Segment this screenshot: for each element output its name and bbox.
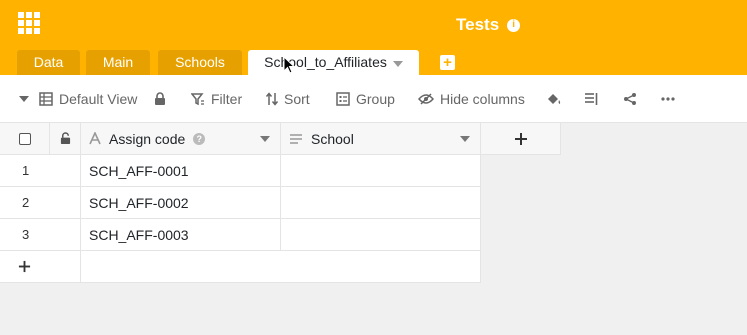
filter-icon bbox=[191, 93, 204, 106]
table-view-icon bbox=[39, 92, 53, 106]
tab-data-label: Data bbox=[33, 54, 64, 70]
group-label: Group bbox=[356, 91, 395, 107]
app-header: Tests i Data Main Schools School_to_Affi… bbox=[0, 0, 747, 75]
group-button[interactable]: Group bbox=[336, 75, 395, 123]
sort-icon bbox=[266, 92, 278, 106]
long-text-type-icon bbox=[290, 133, 302, 144]
tab-data[interactable]: Data bbox=[17, 50, 80, 75]
cell-school[interactable] bbox=[281, 155, 481, 187]
tab-menu-caret-icon[interactable] bbox=[392, 60, 403, 67]
table-row[interactable]: 2 SCH_AFF-0002 bbox=[0, 187, 481, 219]
app-menu-icon[interactable] bbox=[18, 12, 40, 34]
hide-columns-button[interactable]: Hide columns bbox=[418, 75, 525, 123]
filter-label: Filter bbox=[211, 91, 243, 107]
plus-icon: + bbox=[443, 53, 452, 71]
filter-button[interactable]: Filter bbox=[191, 75, 242, 123]
table-row[interactable]: 3 SCH_AFF-0003 bbox=[0, 219, 481, 251]
row-index[interactable]: 1 bbox=[0, 155, 81, 187]
view-selector[interactable]: Default View bbox=[39, 75, 137, 123]
column-name: School bbox=[311, 130, 354, 147]
plus-icon bbox=[514, 132, 527, 145]
cell-assign-code[interactable]: SCH_AFF-0002 bbox=[81, 187, 281, 219]
add-row-row bbox=[0, 251, 481, 283]
row-height-icon[interactable] bbox=[584, 75, 598, 123]
tab-schools[interactable]: Schools bbox=[158, 50, 242, 75]
tab-schools-label: Schools bbox=[175, 54, 225, 70]
hide-columns-label: Hide columns bbox=[440, 91, 525, 107]
column-menu-caret-icon[interactable] bbox=[460, 135, 470, 142]
mouse-cursor-icon bbox=[283, 56, 295, 74]
cell-school[interactable] bbox=[281, 219, 481, 251]
row-index[interactable]: 3 bbox=[0, 219, 81, 251]
cell-school[interactable] bbox=[281, 187, 481, 219]
base-title-text: Tests bbox=[456, 15, 500, 34]
column-name: Assign code bbox=[109, 130, 186, 147]
view-toolbar: Default View Filter Sort Group Hide colu… bbox=[0, 75, 747, 123]
tab-main-label: Main bbox=[102, 54, 134, 70]
sort-label: Sort bbox=[284, 91, 310, 107]
table-row[interactable]: 1 SCH_AFF-0001 bbox=[0, 155, 481, 187]
tab-main[interactable]: Main bbox=[86, 50, 150, 75]
column-header-row: Assign code ? School bbox=[0, 123, 561, 155]
text-type-icon bbox=[89, 132, 101, 145]
cell-assign-code[interactable]: SCH_AFF-0001 bbox=[81, 155, 281, 187]
lock-view-icon[interactable] bbox=[154, 75, 166, 123]
select-all-checkbox[interactable] bbox=[0, 123, 50, 155]
row-color-icon[interactable] bbox=[546, 75, 562, 123]
column-header-school[interactable]: School bbox=[281, 123, 481, 155]
eye-slash-icon bbox=[418, 93, 434, 105]
view-name: Default View bbox=[59, 91, 138, 107]
base-title: Tests i bbox=[456, 15, 521, 35]
info-icon[interactable]: i bbox=[507, 18, 521, 32]
plus-icon bbox=[18, 260, 31, 273]
lock-columns-icon[interactable] bbox=[50, 123, 81, 155]
more-options-icon[interactable] bbox=[661, 75, 675, 123]
add-table-button[interactable]: + bbox=[440, 55, 455, 70]
column-header-assign-code[interactable]: Assign code ? bbox=[81, 123, 281, 155]
row-index[interactable]: 2 bbox=[0, 187, 81, 219]
share-icon[interactable] bbox=[623, 75, 637, 123]
add-column-button[interactable] bbox=[481, 123, 561, 155]
add-row-area[interactable] bbox=[81, 251, 481, 283]
add-row-button[interactable] bbox=[0, 251, 81, 283]
column-menu-caret-icon[interactable] bbox=[260, 135, 270, 142]
view-menu-caret-icon[interactable] bbox=[19, 75, 29, 123]
help-icon[interactable]: ? bbox=[193, 132, 206, 145]
checkbox-icon bbox=[18, 132, 31, 145]
group-icon bbox=[336, 92, 350, 106]
sort-button[interactable]: Sort bbox=[266, 75, 310, 123]
cell-assign-code[interactable]: SCH_AFF-0003 bbox=[81, 219, 281, 251]
tab-school-to-affiliates[interactable]: School_to_Affiliates bbox=[248, 50, 419, 75]
